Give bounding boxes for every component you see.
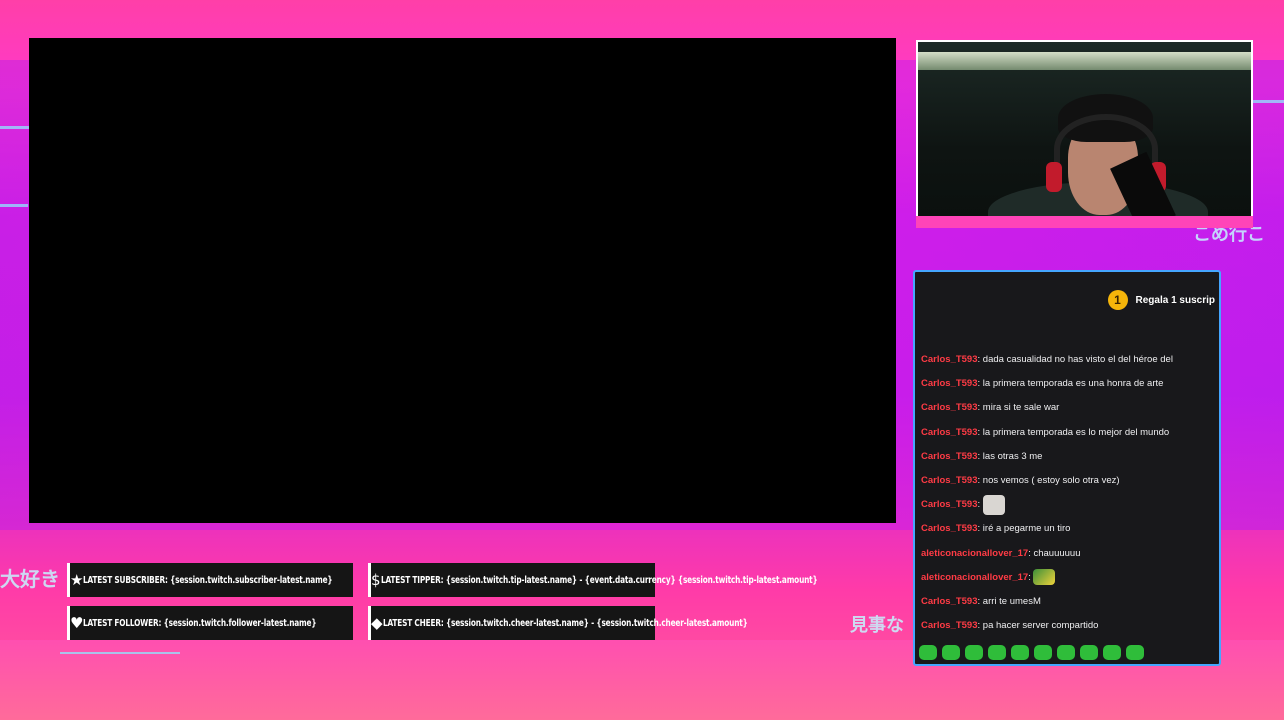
gift-badge-icon: 1: [1107, 290, 1128, 310]
chat-username[interactable]: aleticonacionallover_17: [921, 572, 1028, 583]
heart-icon: ♥: [70, 614, 84, 632]
chat-username[interactable]: aleticonacionallover_17: [921, 548, 1028, 559]
webcam-background-light: [918, 52, 1251, 70]
emote-2-icon[interactable]: [942, 645, 960, 660]
chat-message: Carlos_T593: mira si te sale war: [921, 396, 1217, 420]
dollar-icon: $: [371, 571, 381, 589]
webcam-feed: [916, 40, 1253, 223]
deco-stripe: [0, 204, 28, 207]
emote-3-icon[interactable]: [965, 645, 983, 660]
frog-emote: [1033, 569, 1056, 586]
chat-message: Carlos_T593: arri te umesM: [921, 590, 1217, 614]
latest-subscriber-label: LATEST SUBSCRIBER: {session.twitch.subsc…: [83, 574, 333, 586]
chat-message-text: la primera temporada es lo mejor del mun…: [982, 426, 1170, 438]
latest-follower-ticker: ♥ LATEST FOLLOWER: {session.twitch.follo…: [67, 606, 353, 640]
emote-1-icon[interactable]: [919, 645, 937, 660]
game-capture-area: [29, 38, 896, 523]
chat-panel: 1 Regala 1 suscrip Carlos_T593: dada cas…: [913, 270, 1221, 666]
chat-message-text: las otras 3 me: [982, 450, 1043, 462]
emote-10-icon[interactable]: [1126, 645, 1144, 660]
chat-message-text: dada casualidad no has visto el del héro…: [982, 354, 1173, 365]
webcam-frame-strip: [916, 216, 1253, 228]
emote-8-icon[interactable]: [1080, 645, 1098, 660]
background-japanese-right-bottom: 見事な: [850, 615, 904, 636]
emote-9-icon[interactable]: [1103, 645, 1121, 660]
chat-message: Carlos_T593:: [921, 493, 1217, 517]
chat-username[interactable]: Carlos_T593: [921, 596, 978, 607]
chat-message-list: Carlos_T593: dada casualidad no has vist…: [921, 348, 1217, 638]
chat-username[interactable]: Carlos_T593: [921, 475, 978, 486]
latest-subscriber-ticker: ★ LATEST SUBSCRIBER: {session.twitch.sub…: [67, 563, 353, 597]
chat-username[interactable]: Carlos_T593: [921, 378, 978, 389]
diamond-icon: ◆: [371, 614, 383, 632]
chat-message-text: arri te umesM: [982, 595, 1041, 607]
chat-message-text: iré a pegarme un tiro: [982, 523, 1071, 535]
latest-cheer-label: LATEST CHEER: {session.twitch.cheer-late…: [382, 617, 748, 629]
chat-message-text: la primera temporada es una honra de art…: [982, 378, 1164, 390]
emote-4-icon[interactable]: [988, 645, 1006, 660]
gift-sub-text: Regala 1 suscrip: [1135, 294, 1215, 306]
chat-message-text: mira si te sale war: [982, 402, 1060, 414]
latest-tipper-label: LATEST TIPPER: {session.twitch.tip-lates…: [380, 574, 818, 586]
emote-6-icon[interactable]: [1034, 645, 1052, 660]
background-japanese-left: 大好き: [0, 567, 60, 591]
chat-message: Carlos_T593: dada casualidad no has vist…: [921, 348, 1217, 372]
chat-username[interactable]: Carlos_T593: [921, 402, 978, 413]
emote-5-icon[interactable]: [1011, 645, 1029, 660]
star-icon: ★: [70, 571, 84, 589]
chat-message-text: pa hacer server compartido: [982, 620, 1099, 632]
cat-emote: [982, 494, 1005, 515]
chat-username[interactable]: Carlos_T593: [921, 427, 978, 438]
chat-message: Carlos_T593: las otras 3 me: [921, 445, 1217, 469]
chat-message: Carlos_T593: pa hacer server compartido: [921, 614, 1217, 638]
chat-message: aleticonacionallover_17:: [921, 566, 1217, 590]
latest-tipper-ticker: $ LATEST TIPPER: {session.twitch.tip-lat…: [368, 563, 817, 597]
chat-username[interactable]: Carlos_T593: [921, 620, 978, 631]
emote-bar: [919, 645, 1144, 660]
chat-username[interactable]: Carlos_T593: [921, 523, 978, 534]
deco-stripe: [60, 652, 180, 654]
headphone-cup-left: [1046, 162, 1062, 192]
chat-username[interactable]: Carlos_T593: [921, 354, 978, 365]
chat-message: aleticonacionallover_17: chauuuuuu: [921, 542, 1217, 566]
chat-message: Carlos_T593: la primera temporada es lo …: [921, 421, 1217, 445]
latest-cheer-ticker: ◆ LATEST CHEER: {session.twitch.cheer-la…: [368, 606, 747, 640]
chat-username[interactable]: Carlos_T593: [921, 451, 978, 462]
chat-message-text: chauuuuuu: [1033, 547, 1081, 559]
chat-username[interactable]: Carlos_T593: [921, 499, 978, 510]
deco-stripe: [1253, 100, 1284, 103]
latest-follower-label: LATEST FOLLOWER: {session.twitch.followe…: [83, 617, 317, 629]
chat-message-text: nos vemos ( estoy solo otra vez): [982, 474, 1120, 486]
chat-message: Carlos_T593: la primera temporada es una…: [921, 372, 1217, 396]
chat-message: Carlos_T593: nos vemos ( estoy solo otra…: [921, 469, 1217, 493]
gift-sub-banner[interactable]: 1 Regala 1 suscrip: [1107, 288, 1219, 312]
chat-message: Carlos_T593: iré a pegarme un tiro: [921, 517, 1217, 541]
emote-7-icon[interactable]: [1057, 645, 1075, 660]
